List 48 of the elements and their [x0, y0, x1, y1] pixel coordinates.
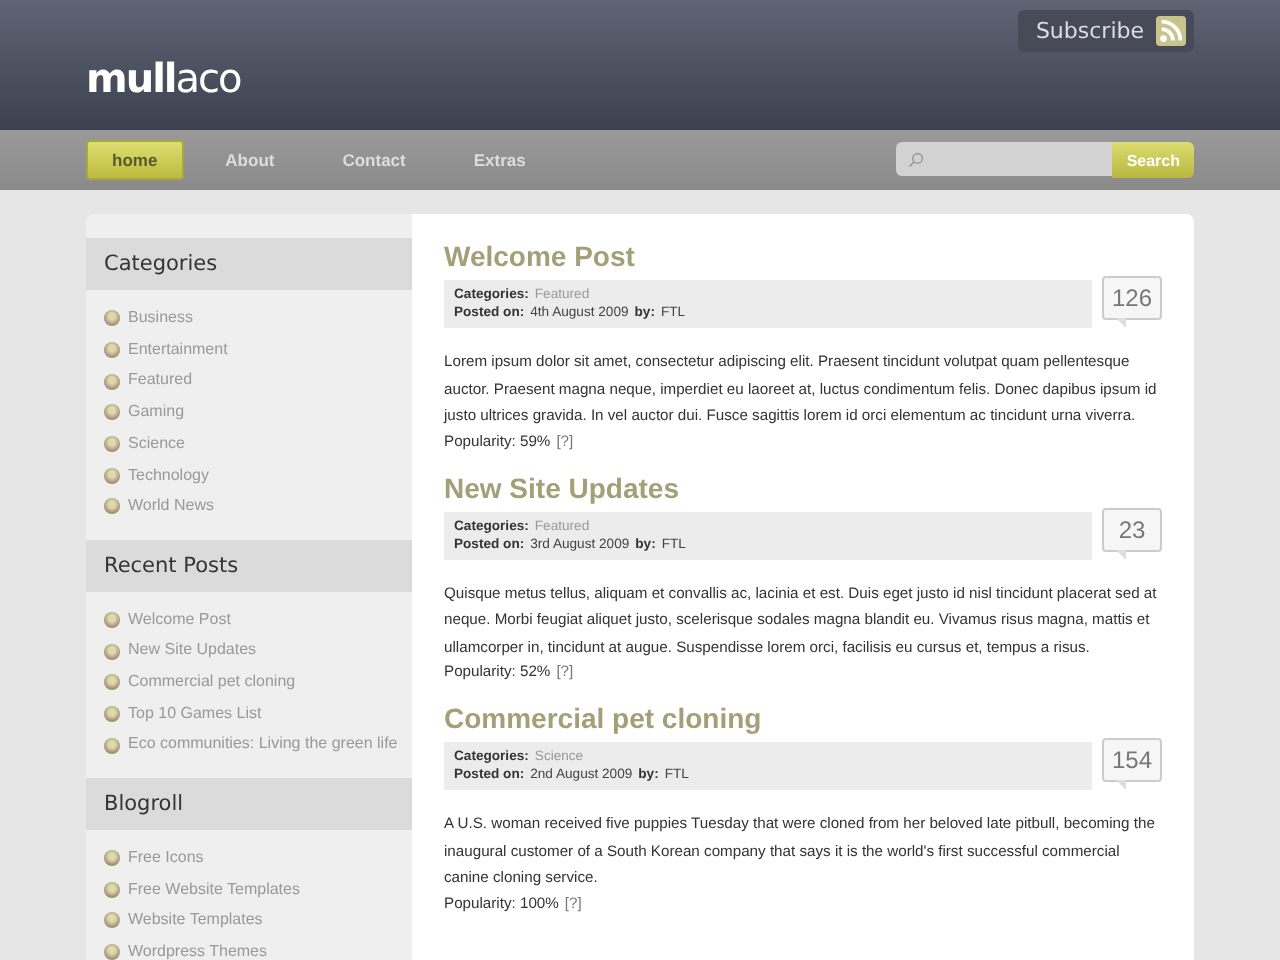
- bullet-icon: [104, 373, 120, 390]
- sidebar-heading: Recent Posts: [86, 539, 412, 592]
- post-title[interactable]: New Site Updates: [444, 471, 1162, 503]
- sidebar-link[interactable]: Welcome Post: [104, 607, 412, 633]
- sidebar-link[interactable]: Website Templates: [104, 908, 412, 934]
- sidebar-link[interactable]: Top 10 Games List: [104, 701, 412, 727]
- bullet-icon: [104, 467, 120, 484]
- nav-tab[interactable]: About: [199, 140, 301, 180]
- sidebar-link[interactable]: Featured: [104, 368, 412, 394]
- rss-icon: [1156, 16, 1186, 46]
- post-title[interactable]: Commercial pet cloning: [444, 702, 1162, 734]
- sidebar-link[interactable]: World News: [104, 494, 412, 520]
- bullet-icon: [104, 341, 120, 358]
- sidebar-link[interactable]: Entertainment: [104, 337, 412, 363]
- bullet-icon: [104, 912, 120, 929]
- sidebar-link[interactable]: Science: [104, 431, 412, 457]
- site-logo[interactable]: mullaco: [86, 54, 241, 102]
- search-button[interactable]: Search: [1112, 142, 1194, 178]
- sidebar-link[interactable]: Wordpress Themes: [104, 939, 412, 960]
- bullet-icon: [104, 737, 120, 754]
- sidebar-link[interactable]: Eco communities: Living the green life: [104, 732, 412, 758]
- sidebar-link[interactable]: Technology: [104, 463, 412, 488]
- nav-tab[interactable]: Contact: [316, 140, 432, 180]
- bullet-icon: [104, 850, 120, 867]
- sidebar-heading: Blogroll: [86, 777, 412, 830]
- sidebar-link[interactable]: Free Website Templates: [104, 877, 412, 902]
- search-field[interactable]: [896, 142, 1113, 176]
- post-title[interactable]: Welcome Post: [444, 240, 1162, 272]
- bullet-icon: [104, 404, 120, 421]
- bullet-icon: [104, 674, 120, 691]
- sidebar-link[interactable]: New Site Updates: [104, 638, 412, 664]
- bullet-icon: [104, 611, 120, 628]
- nav-tab[interactable]: Extras: [447, 140, 552, 180]
- sidebar-link[interactable]: Business: [104, 306, 412, 331]
- sidebar-link[interactable]: Gaming: [104, 400, 412, 426]
- bullet-icon: [104, 498, 120, 515]
- bullet-icon: [104, 310, 120, 327]
- sidebar-link[interactable]: Free Icons: [104, 845, 412, 871]
- search-icon: [908, 151, 925, 167]
- bullet-icon: [104, 436, 120, 453]
- subscribe-button[interactable]: Subscribe: [1017, 10, 1194, 52]
- sidebar-link[interactable]: Commercial pet cloning: [104, 670, 412, 695]
- bullet-icon: [104, 881, 120, 898]
- bullet-icon: [104, 643, 120, 660]
- nav-tab[interactable]: home: [86, 140, 184, 180]
- bullet-icon: [104, 705, 120, 722]
- bullet-icon: [104, 944, 120, 960]
- sidebar-heading: Categories: [86, 238, 412, 290]
